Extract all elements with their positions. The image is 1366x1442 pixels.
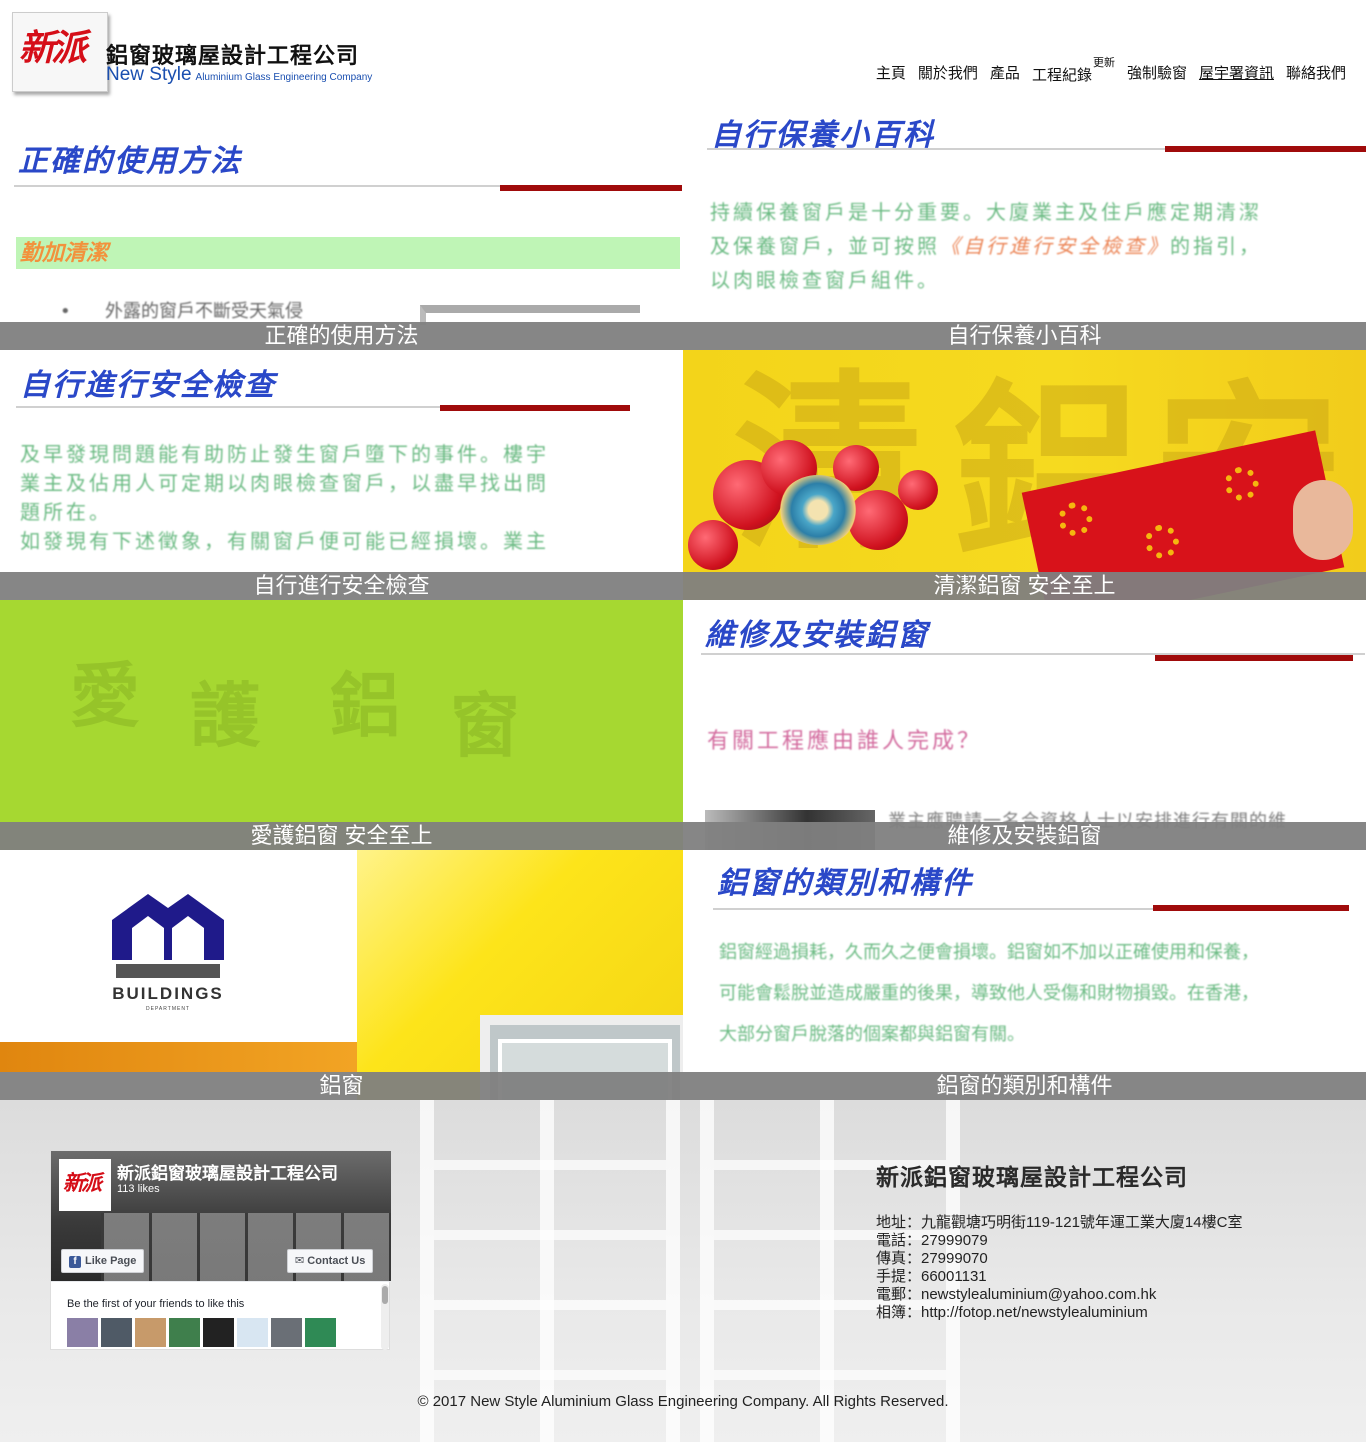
title-rule-accent (1155, 655, 1353, 661)
tile-caption: 自行保養小百科 (683, 322, 1366, 350)
tile-doc-title: 自行進行安全檢查 (20, 368, 276, 403)
logo-mark: 新派 (12, 12, 108, 92)
fb-friends-section: Be the first of your friends to like thi… (51, 1281, 391, 1351)
nav-projects[interactable]: 工程紀錄更新 (1032, 57, 1115, 85)
envelope-icon: ✉ (295, 1255, 308, 1267)
tile-doc-title: 鋁窗的類別和構件 (717, 866, 973, 901)
title-rule-accent (1153, 905, 1349, 911)
tile-self-maintenance[interactable]: 自行保養小百科 持續保養窗戶是十分重要。大廈業主及住戶應定期清潔 及保養窗戶，並… (683, 100, 1366, 350)
nav-products[interactable]: 產品 (990, 62, 1020, 85)
fb-thumb[interactable] (67, 1318, 98, 1347)
title-rule-accent (440, 405, 630, 411)
tile-caption: 清潔鋁窗 安全至上 (683, 572, 1366, 600)
company-fax: 傳真：27999070 (876, 1250, 988, 1267)
tile-caption: 愛護鋁窗 安全至上 (0, 822, 683, 850)
fb-scrollbar[interactable] (381, 1284, 389, 1350)
tile-clean-windows[interactable]: 清 鋁 安 清潔鋁窗 安全至上 (683, 350, 1366, 600)
new-badge: 更新 (1092, 57, 1115, 69)
fb-thumb[interactable] (135, 1318, 166, 1347)
fb-thumb[interactable] (305, 1318, 336, 1347)
tile-body: 鋁窗經過損耗，久而久之便會損壞。鋁窗如不加以正確使用和保養， 可能會鬆脫並造成嚴… (719, 942, 1259, 1045)
nav-contact[interactable]: 聯絡我們 (1286, 62, 1346, 85)
main-nav: 主頁 關於我們 產品 工程紀錄更新 強制驗窗 屋宇署資訊 聯絡我們 (876, 57, 1346, 85)
facebook-page-widget[interactable]: 新派 新派鋁窗玻璃屋設計工程公司 113 likes f Like Page ✉ … (50, 1150, 391, 1351)
fb-thumb[interactable] (237, 1318, 268, 1347)
company-info: 新派鋁窗玻璃屋設計工程公司 地址：九龍觀塘巧明街119-121號年運工業大廈14… (876, 1158, 1242, 1322)
fb-friends-text: Be the first of your friends to like thi… (67, 1298, 245, 1310)
tile-repair-install[interactable]: 維修及安裝鋁窗 有關工程應由誰人完成？ 業主應聘請一名合資格人士以安排進行有關的… (683, 600, 1366, 850)
company-album-link[interactable]: 相簿：http://fotop.net/newstylealuminium (876, 1304, 1242, 1322)
fb-like-page-button[interactable]: f Like Page (61, 1249, 145, 1273)
nav-buildings-dept-info[interactable]: 屋宇署資訊 (1199, 62, 1274, 85)
tile-caption: 維修及安裝鋁窗 (683, 822, 1366, 850)
tile-body: 及早發現問題能有助防止發生窗戶墮下的事件。樓宇 業主及佔用人可定期以肉眼檢查窗戶… (20, 442, 549, 553)
tile-correct-usage[interactable]: 正確的使用方法 勤加清潔 • 外露的窗戶不斷受天氣侵 正確的使用方法 (0, 100, 683, 350)
fb-thumb[interactable] (203, 1318, 234, 1347)
section-band: 勤加清潔 (16, 237, 680, 269)
fb-profile-picture[interactable]: 新派 (59, 1159, 111, 1211)
company-name: 新派鋁窗玻璃屋設計工程公司 (876, 1164, 1188, 1190)
facebook-icon: f (69, 1256, 81, 1268)
tile-aluminium-window[interactable]: BUILDINGS DEPARTMENT 鋁窗 (0, 850, 683, 1100)
company-mobile: 手提：66001131 (876, 1268, 987, 1285)
tile-doc-title: 維修及安裝鋁窗 (705, 618, 929, 653)
site-header: 新派 鋁窗玻璃屋設計工程公司 New Style Aluminium Glass … (0, 0, 1366, 100)
nav-about[interactable]: 關於我們 (918, 62, 978, 85)
site-logo[interactable]: 新派 鋁窗玻璃屋設計工程公司 New Style Aluminium Glass … (12, 12, 372, 94)
logo-company-name-en: New Style Aluminium Glass Engineering Com… (106, 64, 373, 85)
fb-thumb[interactable] (271, 1318, 302, 1347)
fb-friend-thumbnails (67, 1318, 336, 1347)
company-address: 地址：九龍觀塘巧明街119-121號年運工業大廈14樓C室 (876, 1214, 1243, 1231)
tile-body: 持續保養窗戶是十分重要。大廈業主及住戶應定期清潔 及保養窗戶，並可按照《自行進行… (710, 200, 1262, 292)
buildings-department-logo: BUILDINGS DEPARTMENT (108, 888, 228, 1018)
tile-window-types[interactable]: 鋁窗的類別和構件 鋁窗經過損耗，久而久之便會損壞。鋁窗如不加以正確使用和保養， … (683, 850, 1366, 1100)
tile-caption: 鋁窗的類別和構件 (683, 1072, 1366, 1100)
tile-caption: 自行進行安全檢查 (0, 572, 683, 600)
company-email[interactable]: 電郵：newstylealuminium@yahoo.com.hk (876, 1286, 1242, 1304)
fb-likes-count: 113 likes (117, 1183, 160, 1195)
tile-self-safety-check[interactable]: 自行進行安全檢查 及早發現問題能有助防止發生窗戶墮下的事件。樓宇 業主及佔用人可… (0, 350, 683, 600)
cny-banner-image: 清 鋁 安 (683, 350, 1366, 600)
copyright-text: © 2017 New Style Aluminium Glass Enginee… (417, 1393, 949, 1410)
fb-page-name[interactable]: 新派鋁窗玻璃屋設計工程公司 (117, 1159, 338, 1184)
title-rule-accent (1165, 146, 1366, 152)
tile-question: 有關工程應由誰人完成？ (707, 729, 983, 754)
title-rule-accent (500, 185, 682, 191)
tile-caption: 正確的使用方法 (0, 322, 683, 350)
site-footer: 新派 新派鋁窗玻璃屋設計工程公司 113 likes f Like Page ✉ … (0, 1100, 1366, 1442)
lime-banner-image: 愛 護 鋁 窗 (0, 600, 683, 850)
company-phone: 電話：27999079 (876, 1232, 988, 1249)
nav-home[interactable]: 主頁 (876, 62, 906, 85)
tile-caption: 鋁窗 (0, 1072, 683, 1100)
nav-mandatory-inspection[interactable]: 強制驗窗 (1127, 62, 1187, 85)
tile-doc-title: 正確的使用方法 (18, 144, 242, 179)
fb-thumb[interactable] (101, 1318, 132, 1347)
fb-cover-photo[interactable]: 新派 新派鋁窗玻璃屋設計工程公司 113 likes f Like Page ✉ … (51, 1151, 391, 1281)
fb-contact-us-button[interactable]: ✉ Contact Us (287, 1249, 374, 1273)
tile-care-windows[interactable]: 愛 護 鋁 窗 愛護鋁窗 安全至上 (0, 600, 683, 850)
fb-thumb[interactable] (169, 1318, 200, 1347)
